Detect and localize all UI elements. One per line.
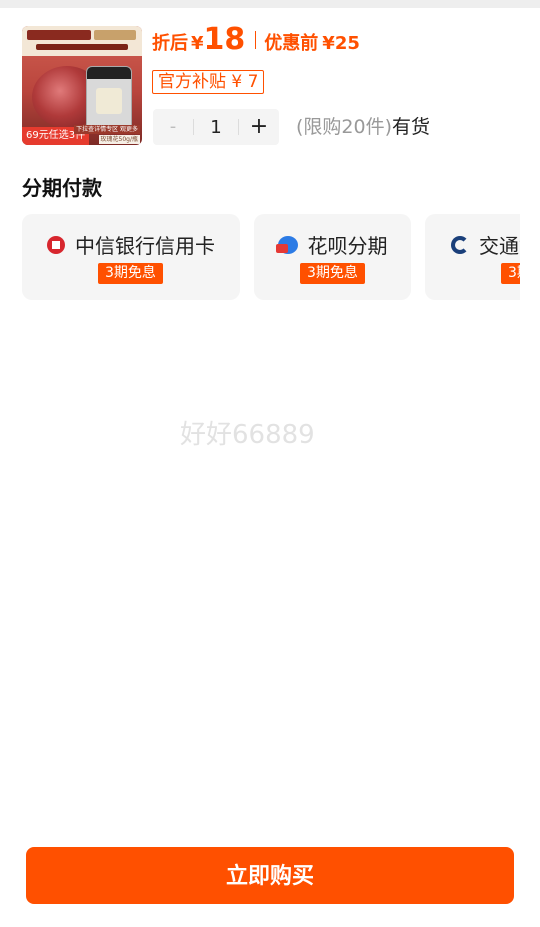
original-currency: ¥ <box>322 33 335 54</box>
plan-badge: 3期免息 <box>501 263 520 284</box>
discount-label: 折后 <box>152 33 188 54</box>
plan-header: 交通银行 <box>451 230 520 259</box>
thumbnail-caption: 玫瑰花50g/瓶 <box>98 135 140 144</box>
discount-currency: ¥ <box>191 33 204 54</box>
installments-title: 分期付款 <box>22 176 102 200</box>
bocom-icon <box>451 235 469 254</box>
buy-now-button[interactable]: 立即购买 <box>26 847 514 904</box>
discount-price: 18 <box>203 22 246 57</box>
thumbnail-banner <box>36 44 128 50</box>
quantity-stepper: - 1 + <box>153 109 279 145</box>
plan-name: 交通银行 <box>479 234 520 258</box>
huabei-icon <box>275 235 298 254</box>
plan-bocom[interactable]: 交通银行 3期免息 <box>425 214 520 300</box>
decrease-button[interactable]: - <box>153 109 193 145</box>
product-thumbnail[interactable]: 69元任选3件 下拉查详情专区 观更多 玫瑰花50g/瓶 <box>22 26 142 145</box>
official-subsidy-tag: 官方补贴 ¥ 7 <box>152 70 265 94</box>
installment-plans: 中信银行信用卡 3期免息 花呗分期 3期免息 交通银行 3期免息 <box>22 214 520 300</box>
quantity-value[interactable]: 1 <box>194 117 238 138</box>
plan-citic[interactable]: 中信银行信用卡 3期免息 <box>22 214 240 300</box>
price-divider <box>255 31 257 49</box>
brand-logo-secondary <box>94 30 136 40</box>
plan-header: 花呗分期 <box>254 230 411 259</box>
top-divider <box>0 0 540 8</box>
jar-label <box>96 88 122 114</box>
stock-status: 有货 <box>392 116 431 138</box>
citic-bank-icon <box>47 235 65 254</box>
brand-logo <box>27 30 91 40</box>
limit-note: (限购20件) <box>296 116 393 138</box>
original-label: 优惠前 <box>264 33 319 54</box>
plan-badge: 3期免息 <box>98 263 163 284</box>
plan-badge: 3期免息 <box>300 263 365 284</box>
purchase-limit: (限购20件)有货 <box>296 113 430 141</box>
plan-header: 中信银行信用卡 <box>22 230 240 259</box>
plan-name: 中信银行信用卡 <box>75 234 215 258</box>
thumbnail-note: 下拉查详情专区 观更多 <box>74 125 140 134</box>
increase-button[interactable]: + <box>239 109 279 145</box>
original-price: 25 <box>334 33 360 54</box>
plan-huabei[interactable]: 花呗分期 3期免息 <box>254 214 411 300</box>
watermark: 好好66889 <box>180 420 315 450</box>
plan-name: 花呗分期 <box>307 234 388 258</box>
price-row: 折后 ¥ 18 优惠前 ¥ 25 <box>152 22 360 58</box>
